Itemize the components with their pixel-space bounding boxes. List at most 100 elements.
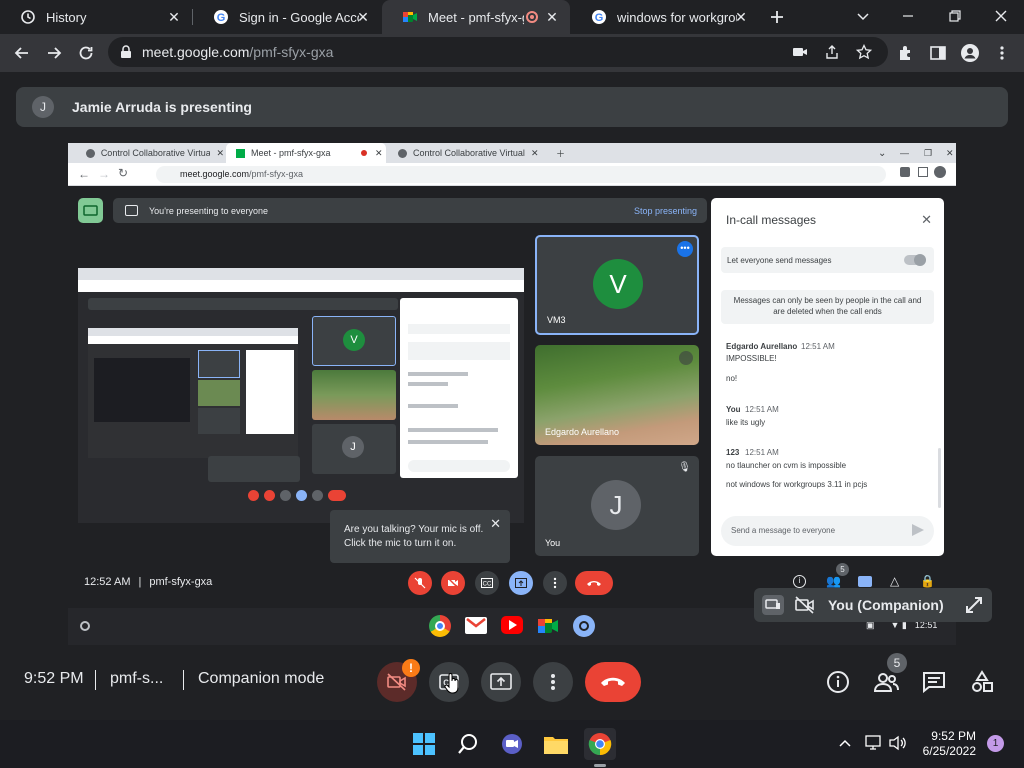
close-icon[interactable]: ✕: [355, 9, 371, 25]
youtube-icon: [501, 616, 523, 634]
message-text: no!: [726, 374, 738, 383]
toggle-switch: [904, 254, 926, 266]
browser-toolbar: meet.google.com/pmf-sfyx-gxa: [0, 34, 1024, 72]
more-options-button[interactable]: [533, 662, 573, 702]
share-icon[interactable]: [824, 44, 840, 60]
shared-chat-panel: In-call messages ✕ Let everyone send mes…: [711, 198, 944, 556]
close-icon[interactable]: ✕: [166, 9, 182, 25]
you-name: You: [545, 538, 561, 548]
side-panel-icon: [918, 167, 928, 177]
notification-badge[interactable]: 1: [987, 735, 1004, 752]
volume-icon[interactable]: [889, 735, 907, 751]
companion-self-tile[interactable]: You (Companion): [754, 588, 992, 622]
activities-button[interactable]: [964, 664, 1000, 700]
chat-icon: [858, 576, 872, 587]
close-window-button[interactable]: [989, 4, 1013, 28]
shared-tile-vm3: V ••• VM3: [535, 235, 699, 335]
new-tab-icon: ＋: [556, 148, 566, 159]
svg-text:G: G: [217, 12, 226, 24]
people-count-badge: 5: [887, 653, 907, 673]
close-icon: ✕: [921, 212, 932, 227]
forward-icon: →: [98, 167, 110, 181]
shared-tab: Control Collaborative Virtual M ✕: [76, 143, 224, 163]
file-explorer-icon[interactable]: [540, 728, 572, 760]
profile-icon[interactable]: [958, 41, 982, 65]
forward-button[interactable]: [42, 41, 66, 65]
tab-meet[interactable]: Meet - pmf-sfyx-g ✕: [382, 0, 570, 34]
shared-time: 12:52 AM | pmf-sfyx-gxa: [84, 576, 213, 588]
message-author: 123: [726, 448, 740, 457]
menu-icon[interactable]: [990, 41, 1014, 65]
warning-badge: !: [402, 659, 420, 677]
end-call-button[interactable]: [585, 662, 641, 702]
restore-button[interactable]: [943, 4, 967, 28]
url-path: /pmf-sfyx-gxa: [249, 44, 334, 60]
shared-more-icon: [543, 571, 567, 595]
tab-windows-workgroups[interactable]: G windows for workgroup ✕: [571, 0, 759, 34]
network-icon[interactable]: [865, 735, 883, 751]
mic-off-icon: [679, 351, 693, 365]
camera-off-icon: [794, 596, 816, 614]
back-icon: ←: [78, 167, 90, 181]
meet-icon: [537, 615, 559, 637]
message-text: no tlauncher on cvm is impossible: [726, 461, 847, 470]
close-icon: ✕: [531, 147, 539, 158]
nested-tile: V: [312, 316, 396, 366]
url-text: meet.google.com/pmf-sfyx-gxa: [142, 44, 333, 60]
svg-text:CC: CC: [483, 582, 492, 588]
nested-controls: [248, 490, 348, 502]
chat-notice: Messages can only be seen by people in t…: [721, 290, 934, 324]
shared-presenting-bar: You're presenting to everyone Stop prese…: [113, 198, 707, 223]
companion-mode-label: Companion mode: [198, 670, 325, 687]
lock-icon: [120, 45, 132, 59]
tab-title: windows for workgroup: [617, 9, 737, 25]
message-author: Edgardo Aurellano: [726, 342, 798, 351]
shared-url-path: /pmf-sfyx-gxa: [249, 169, 304, 179]
chevron-up-icon[interactable]: [838, 736, 852, 750]
chrome-taskbar-icon[interactable]: [584, 728, 616, 760]
meeting-details-button[interactable]: [820, 664, 856, 700]
start-button[interactable]: [408, 728, 440, 760]
meeting-time: 9:52 PM: [24, 670, 84, 687]
nested-tooltip: [208, 456, 300, 482]
presenting-text: Jamie Arruda is presenting: [72, 99, 252, 115]
message-text: like its ugly: [726, 418, 766, 427]
shared-camera-off-icon: [441, 571, 465, 595]
reload-button[interactable]: [74, 41, 98, 65]
shared-screen[interactable]: Control Collaborative Virtual M ✕ Meet -…: [68, 143, 956, 645]
camera-icon[interactable]: [792, 45, 808, 59]
expand-icon[interactable]: [964, 595, 984, 615]
close-icon[interactable]: ✕: [733, 9, 749, 25]
meet-icon: [236, 148, 245, 158]
info-icon: i: [793, 575, 806, 588]
chat-button[interactable]: [916, 664, 952, 700]
message-author: You: [726, 405, 741, 414]
back-button[interactable]: [10, 41, 34, 65]
message-time: 12:51 AM: [801, 342, 835, 351]
side-panel-icon[interactable]: [926, 41, 950, 65]
teams-chat-icon[interactable]: [496, 728, 528, 760]
page-icon: [398, 148, 407, 158]
meet-icon: [402, 9, 418, 25]
companion-icon: [762, 595, 784, 615]
star-icon[interactable]: [856, 44, 872, 60]
address-bar[interactable]: meet.google.com/pmf-sfyx-gxa: [108, 37, 888, 67]
message-text: IMPOSSIBLE!: [726, 354, 777, 363]
tab-title: Meet - pmf-sfyx-g: [428, 9, 524, 25]
present-now-button[interactable]: [481, 662, 521, 702]
chevron-down-icon[interactable]: [851, 4, 875, 28]
close-icon[interactable]: ✕: [544, 9, 560, 25]
new-tab-button[interactable]: [765, 5, 789, 29]
minimize-button[interactable]: [896, 4, 920, 28]
tab-history[interactable]: History ✕: [0, 0, 192, 34]
extensions-icon[interactable]: [894, 41, 918, 65]
tab-sign-in[interactable]: G Sign in - Google Accou ✕: [193, 0, 381, 34]
nested-tabstrip: [78, 268, 524, 280]
vm3-name: VM3: [547, 315, 566, 325]
shared-mic-off-icon: [408, 571, 432, 595]
search-icon[interactable]: [452, 728, 484, 760]
present-icon: [125, 205, 138, 216]
nested-nested-screen: [88, 328, 298, 458]
taskbar-clock[interactable]: 9:52 PM 6/25/2022: [923, 729, 976, 759]
chat-toggle-row: Let everyone send messages: [721, 247, 934, 273]
